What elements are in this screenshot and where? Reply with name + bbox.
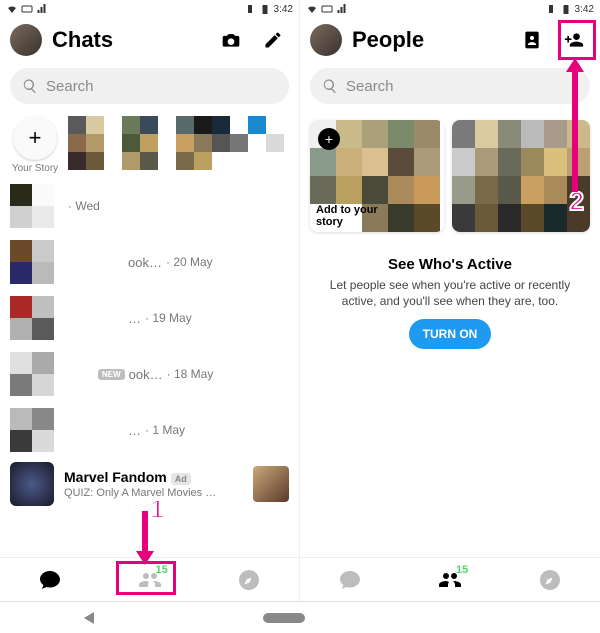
signal-icon xyxy=(336,3,348,15)
page-title: People xyxy=(352,27,506,53)
your-story-button[interactable]: + Your Story xyxy=(10,116,60,174)
chat-avatar-blurred xyxy=(10,352,54,396)
add-person-icon xyxy=(564,30,584,50)
battery-icon xyxy=(560,3,572,15)
plus-icon: + xyxy=(13,116,57,160)
chat-date: · 1 May xyxy=(145,423,185,437)
add-story-label: Add to your story xyxy=(316,204,386,228)
ad-title: Marvel Fandom xyxy=(64,469,167,485)
chat-list: · Wed ook…· 20 May …· 19 May xyxy=(0,178,299,557)
chat-bubble-icon xyxy=(338,568,362,592)
chat-avatar-blurred xyxy=(10,408,54,452)
ad-preview-thumbnail xyxy=(253,466,289,502)
volte-icon xyxy=(321,3,333,15)
chat-row[interactable]: ook…· 20 May xyxy=(0,234,299,290)
status-bar: 3:42 xyxy=(0,0,299,18)
stories-mosaic-blurred xyxy=(68,116,289,170)
active-status-promo: See Who's Active Let people see when you… xyxy=(300,242,600,363)
compose-button[interactable] xyxy=(257,24,289,56)
profile-avatar[interactable] xyxy=(310,24,342,56)
vibrate-icon xyxy=(244,3,256,15)
chat-date: · 18 May xyxy=(167,367,214,381)
plus-icon: + xyxy=(318,128,340,150)
chat-avatar-blurred xyxy=(10,296,54,340)
bottom-tabs: 15 xyxy=(300,557,600,601)
people-count-badge: 15 xyxy=(456,564,468,576)
side-by-side-phones: 3:42 Chats Search + Your Story xyxy=(0,0,600,601)
new-badge: NEW xyxy=(98,369,125,380)
tab-discover[interactable] xyxy=(500,558,600,601)
home-button[interactable] xyxy=(263,613,305,623)
story-mosaic-blurred xyxy=(452,120,590,232)
story-row: + Your Story xyxy=(0,110,299,178)
chat-row[interactable]: …· 19 May xyxy=(0,290,299,346)
chat-date: · 20 May xyxy=(166,255,213,269)
address-book-icon xyxy=(522,30,542,50)
sponsored-row[interactable]: Marvel Fandom Ad QUIZ: Only A Marvel Movi… xyxy=(0,458,299,510)
search-placeholder: Search xyxy=(346,78,394,95)
search-bar[interactable]: Search xyxy=(10,68,289,104)
tab-people[interactable]: 15 xyxy=(100,558,200,601)
ad-badge: Ad xyxy=(171,473,191,485)
add-contact-button[interactable] xyxy=(558,24,590,56)
clock-text: 3:42 xyxy=(575,4,594,15)
chat-bubble-icon xyxy=(38,568,62,592)
search-placeholder: Search xyxy=(46,78,94,95)
people-count-badge: 15 xyxy=(155,564,167,576)
chat-avatar-blurred xyxy=(10,184,54,228)
volte-icon xyxy=(21,3,33,15)
tab-people[interactable]: 15 xyxy=(400,558,500,601)
clock-text: 3:42 xyxy=(274,4,293,15)
status-bar: 3:42 xyxy=(300,0,600,18)
profile-avatar[interactable] xyxy=(10,24,42,56)
wifi-icon xyxy=(6,3,18,15)
story-cards: + Add to your story xyxy=(310,120,590,232)
chat-row[interactable]: …· 1 May xyxy=(0,402,299,458)
chats-header: Chats xyxy=(0,18,299,62)
phone-chats: 3:42 Chats Search + Your Story xyxy=(0,0,300,601)
contacts-button[interactable] xyxy=(516,24,548,56)
turn-on-button[interactable]: TURN ON xyxy=(409,319,492,349)
android-nav-bar xyxy=(0,601,600,633)
search-icon xyxy=(322,78,338,94)
chat-date: · Wed xyxy=(68,199,100,213)
chat-avatar-blurred xyxy=(10,240,54,284)
people-header: People xyxy=(300,18,600,62)
chat-date: · 19 May xyxy=(145,311,192,325)
vibrate-icon xyxy=(545,3,557,15)
promo-heading: See Who's Active xyxy=(324,256,576,273)
story-card[interactable] xyxy=(452,120,590,232)
battery-icon xyxy=(259,3,271,15)
pencil-icon xyxy=(263,30,283,50)
bottom-tabs: 15 xyxy=(0,557,299,601)
add-story-card[interactable]: + Add to your story xyxy=(310,120,444,232)
back-button[interactable] xyxy=(84,612,94,624)
signal-icon xyxy=(36,3,48,15)
compass-icon xyxy=(538,568,562,592)
wifi-icon xyxy=(306,3,318,15)
ad-subtitle: QUIZ: Only A Marvel Movies … xyxy=(64,487,243,499)
camera-icon xyxy=(221,30,241,50)
tab-chats[interactable] xyxy=(300,558,400,601)
page-title: Chats xyxy=(52,27,205,53)
camera-button[interactable] xyxy=(215,24,247,56)
phone-people: 3:42 People Search xyxy=(300,0,600,601)
search-bar[interactable]: Search xyxy=(310,68,590,104)
chat-row[interactable]: · Wed xyxy=(0,178,299,234)
tab-discover[interactable] xyxy=(199,558,299,601)
your-story-label: Your Story xyxy=(10,163,60,174)
search-icon xyxy=(22,78,38,94)
chat-row[interactable]: NEWook…· 18 May xyxy=(0,346,299,402)
compass-icon xyxy=(237,568,261,592)
ad-thumbnail xyxy=(10,462,54,506)
tab-chats[interactable] xyxy=(0,558,100,601)
promo-body: Let people see when you're active or rec… xyxy=(324,277,576,309)
